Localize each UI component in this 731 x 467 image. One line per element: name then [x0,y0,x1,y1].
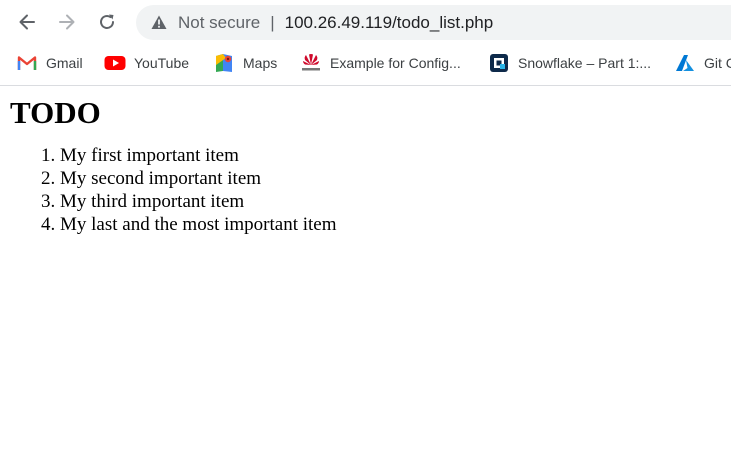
forward-button[interactable] [52,7,82,37]
bookmark-label: Maps [243,55,278,71]
azure-icon [674,52,696,74]
bookmark-youtube[interactable]: YouTube [104,50,189,76]
warning-icon[interactable] [150,14,168,32]
maps-icon [213,52,235,74]
back-button[interactable] [12,7,42,37]
security-status-label[interactable]: Not secure [178,13,260,33]
gmail-icon [16,52,38,74]
todo-item: My second important item [60,167,337,190]
bookmark-label: YouTube [134,55,190,71]
todo-item: My first important item [60,144,337,167]
page-content: TODO My first important item My second i… [0,86,731,467]
bookmark-git[interactable]: Git C [674,50,731,76]
bookmark-label: Example for Config... [330,55,461,71]
back-arrow-icon [17,12,37,32]
bookmarks-bar: Gmail YouTube Maps Example for Config...… [0,48,731,78]
bookmark-snowflake[interactable]: Snowflake – Part 1:... [488,50,651,76]
browser-toolbar: Not secure | 100.26.49.119/todo_list.php [0,0,731,44]
bookmark-maps[interactable]: Maps [213,50,277,76]
youtube-icon [104,52,126,74]
reload-icon [97,12,117,32]
bookmark-label: Git C [704,55,731,71]
todo-item: My last and the most important item [60,213,337,236]
reload-button[interactable] [92,7,122,37]
browser-chrome: Not secure | 100.26.49.119/todo_list.php… [0,0,731,86]
bookmark-label: Gmail [46,55,83,71]
bookmark-huawei[interactable]: Example for Config... [300,50,461,76]
address-divider: | [270,12,275,32]
address-bar[interactable]: Not secure | 100.26.49.119/todo_list.php [136,5,731,40]
todo-list: My first important item My second import… [20,144,337,236]
huawei-icon [300,52,322,74]
url-text[interactable]: 100.26.49.119/todo_list.php [285,13,494,33]
todo-item: My third important item [60,190,337,213]
forward-arrow-icon [57,12,77,32]
snowflake-icon [488,52,510,74]
page-title: TODO [10,95,101,130]
bookmark-label: Snowflake – Part 1:... [518,55,652,71]
bookmark-gmail[interactable]: Gmail [16,50,83,76]
